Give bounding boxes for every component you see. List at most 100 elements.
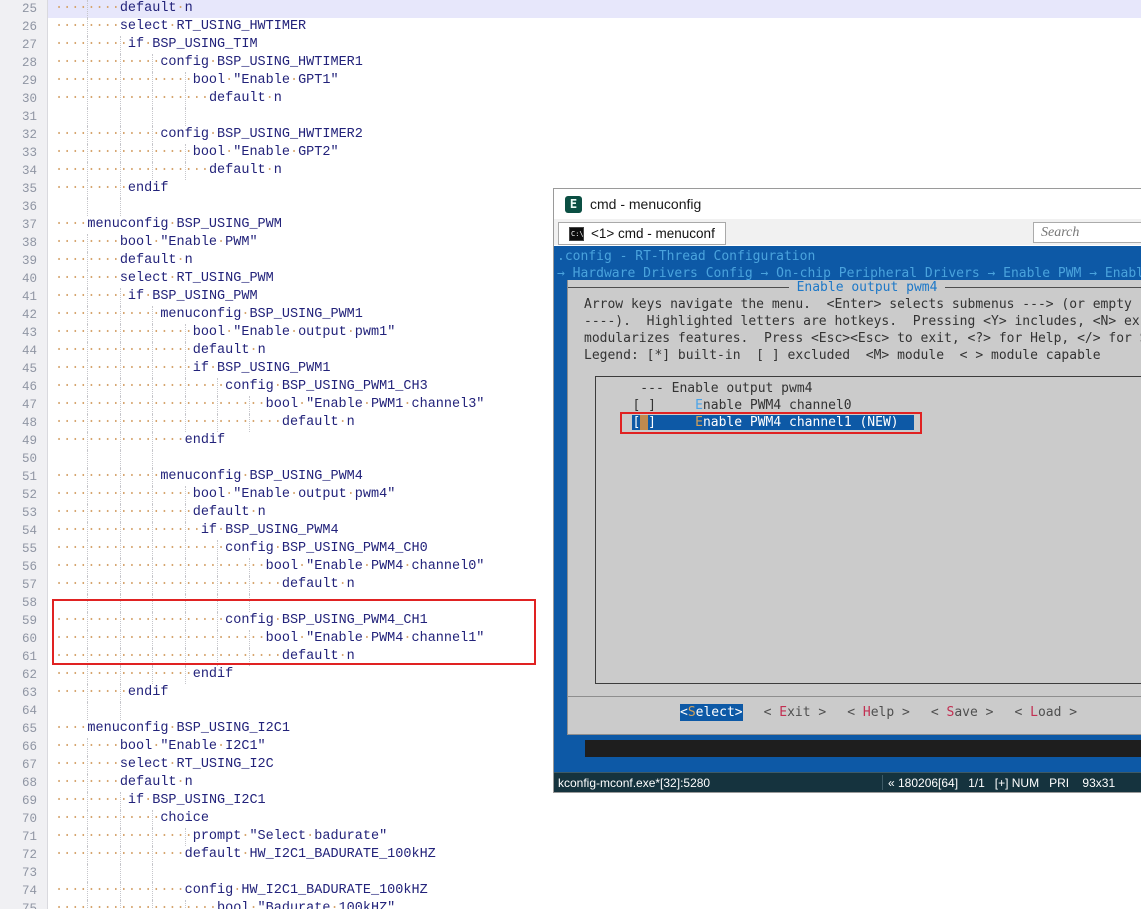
code-line[interactable]: ········default·n [48, 0, 1141, 18]
indent-guide [152, 540, 153, 558]
help-line: Arrow keys navigate the menu. <Enter> se… [568, 296, 1141, 313]
code-line[interactable] [48, 108, 1141, 126]
code-line[interactable]: ·············choice [48, 810, 1141, 828]
search-input[interactable] [1034, 224, 1141, 243]
code-line[interactable]: ················config·HW_I2C1_BADURATE_… [48, 882, 1141, 900]
cmd-prompt-icon: C:\ [569, 227, 584, 241]
indent-guide [87, 882, 88, 900]
indent-guide [120, 450, 121, 468]
line-number: 34 [0, 162, 47, 180]
indent-guide [87, 252, 88, 270]
indent-guide [152, 324, 153, 342]
indent-guide [185, 324, 186, 342]
menu-item[interactable]: --- Enable output pwm4 [596, 380, 1141, 397]
dialog-button-select[interactable]: <Select> [680, 704, 743, 721]
line-number: 40 [0, 270, 47, 288]
menu-item[interactable]: [ ] Enable PWM4 channel1 (NEW) [596, 414, 1141, 431]
dialog-button-help[interactable]: < Help > [847, 704, 910, 721]
button-separator [568, 696, 1141, 697]
code-line[interactable]: ···················default·n [48, 90, 1141, 108]
indent-guide [185, 540, 186, 558]
indent-guide [120, 666, 121, 684]
indent-guide [120, 630, 121, 648]
code-line[interactable]: ·············config·BSP_USING_HWTIMER1 [48, 54, 1141, 72]
indent-guide [87, 270, 88, 288]
indent-guide [120, 306, 121, 324]
indent-guide [185, 630, 186, 648]
indent-guide [87, 162, 88, 180]
indent-guide [120, 900, 121, 909]
menuconfig-breadcrumbs: .config - RT-Thread Configuration→ Hardw… [554, 246, 1141, 282]
indent-guide [185, 594, 186, 612]
code-line[interactable]: ················default·HW_I2C1_BADURATE… [48, 846, 1141, 864]
line-number: 31 [0, 108, 47, 126]
indent-guide [120, 90, 121, 108]
indent-guide [87, 18, 88, 36]
indent-guide [249, 648, 250, 666]
code-line[interactable]: ·············config·BSP_USING_HWTIMER2 [48, 126, 1141, 144]
code-line[interactable]: ···················default·n [48, 162, 1141, 180]
code-line[interactable]: ·················bool·"Enable·GPT1" [48, 72, 1141, 90]
indent-guide [152, 450, 153, 468]
code-line[interactable]: ········select·RT_USING_HWTIMER [48, 18, 1141, 36]
indent-guide [120, 558, 121, 576]
indent-guide [87, 756, 88, 774]
menu-item[interactable]: [ ] Enable PWM4 channel0 [596, 397, 1141, 414]
line-number: 66 [0, 738, 47, 756]
indent-guide [120, 468, 121, 486]
help-line: Legend: [*] built-in [ ] excluded <M> mo… [568, 347, 1141, 364]
menuconfig-dialog: Enable output pwm4 Arrow keys navigate t… [567, 280, 1141, 735]
indent-guide [120, 864, 121, 882]
dialog-button-save[interactable]: < Save > [931, 704, 994, 721]
indent-guide [87, 432, 88, 450]
indent-guide [152, 576, 153, 594]
indent-guide [217, 630, 218, 648]
indent-guide [87, 54, 88, 72]
screen: 2526272829303132333435363738394041424344… [0, 0, 1141, 909]
code-line[interactable]: ·················bool·"Enable·GPT2" [48, 144, 1141, 162]
line-number: 68 [0, 774, 47, 792]
tab-search-box [1033, 222, 1141, 243]
dialog-button-exit[interactable]: < Exit > [764, 704, 827, 721]
indent-guide [120, 162, 121, 180]
line-number: 36 [0, 198, 47, 216]
indent-guide [87, 522, 88, 540]
indent-guide [87, 684, 88, 702]
indent-guide [185, 576, 186, 594]
dialog-button-load[interactable]: < Load > [1015, 704, 1078, 721]
code-line[interactable]: ·················prompt·"Select·badurate… [48, 828, 1141, 846]
cmd-window: E cmd - menuconfig C:\ <1> cmd - menucon… [553, 188, 1141, 793]
indent-guide [152, 846, 153, 864]
line-number: 30 [0, 90, 47, 108]
indent-guide [249, 414, 250, 432]
indent-guide [120, 414, 121, 432]
indent-guide [120, 378, 121, 396]
console-tab[interactable]: C:\ <1> cmd - menuconf [558, 222, 726, 245]
indent-guide [87, 90, 88, 108]
code-line[interactable]: ····················bool·"Badurate·100kH… [48, 900, 1141, 909]
line-number: 65 [0, 720, 47, 738]
indent-guide [87, 774, 88, 792]
line-number: 39 [0, 252, 47, 270]
indent-guide [120, 72, 121, 90]
indent-guide [120, 198, 121, 216]
line-number: 50 [0, 450, 47, 468]
indent-guide [87, 900, 88, 909]
indent-guide [87, 36, 88, 54]
indent-guide [120, 36, 121, 54]
indent-guide [120, 540, 121, 558]
line-number: 29 [0, 72, 47, 90]
indent-guide [217, 612, 218, 630]
code-line[interactable]: ·········if·BSP_USING_TIM [48, 36, 1141, 54]
indent-guide [87, 396, 88, 414]
indent-guide [120, 522, 121, 540]
indent-guide [87, 612, 88, 630]
line-number-gutter: 2526272829303132333435363738394041424344… [0, 0, 48, 909]
code-line[interactable]: ·········if·BSP_USING_I2C1 [48, 792, 1141, 810]
status-process: kconfig-mconf.exe*[32]:5280 [554, 776, 710, 790]
status-info: « 180206[64] 1/1 [+] NUM PRI 93x31 [888, 776, 1115, 790]
indent-guide [87, 198, 88, 216]
indent-guide [87, 126, 88, 144]
indent-guide [87, 504, 88, 522]
code-line[interactable] [48, 864, 1141, 882]
